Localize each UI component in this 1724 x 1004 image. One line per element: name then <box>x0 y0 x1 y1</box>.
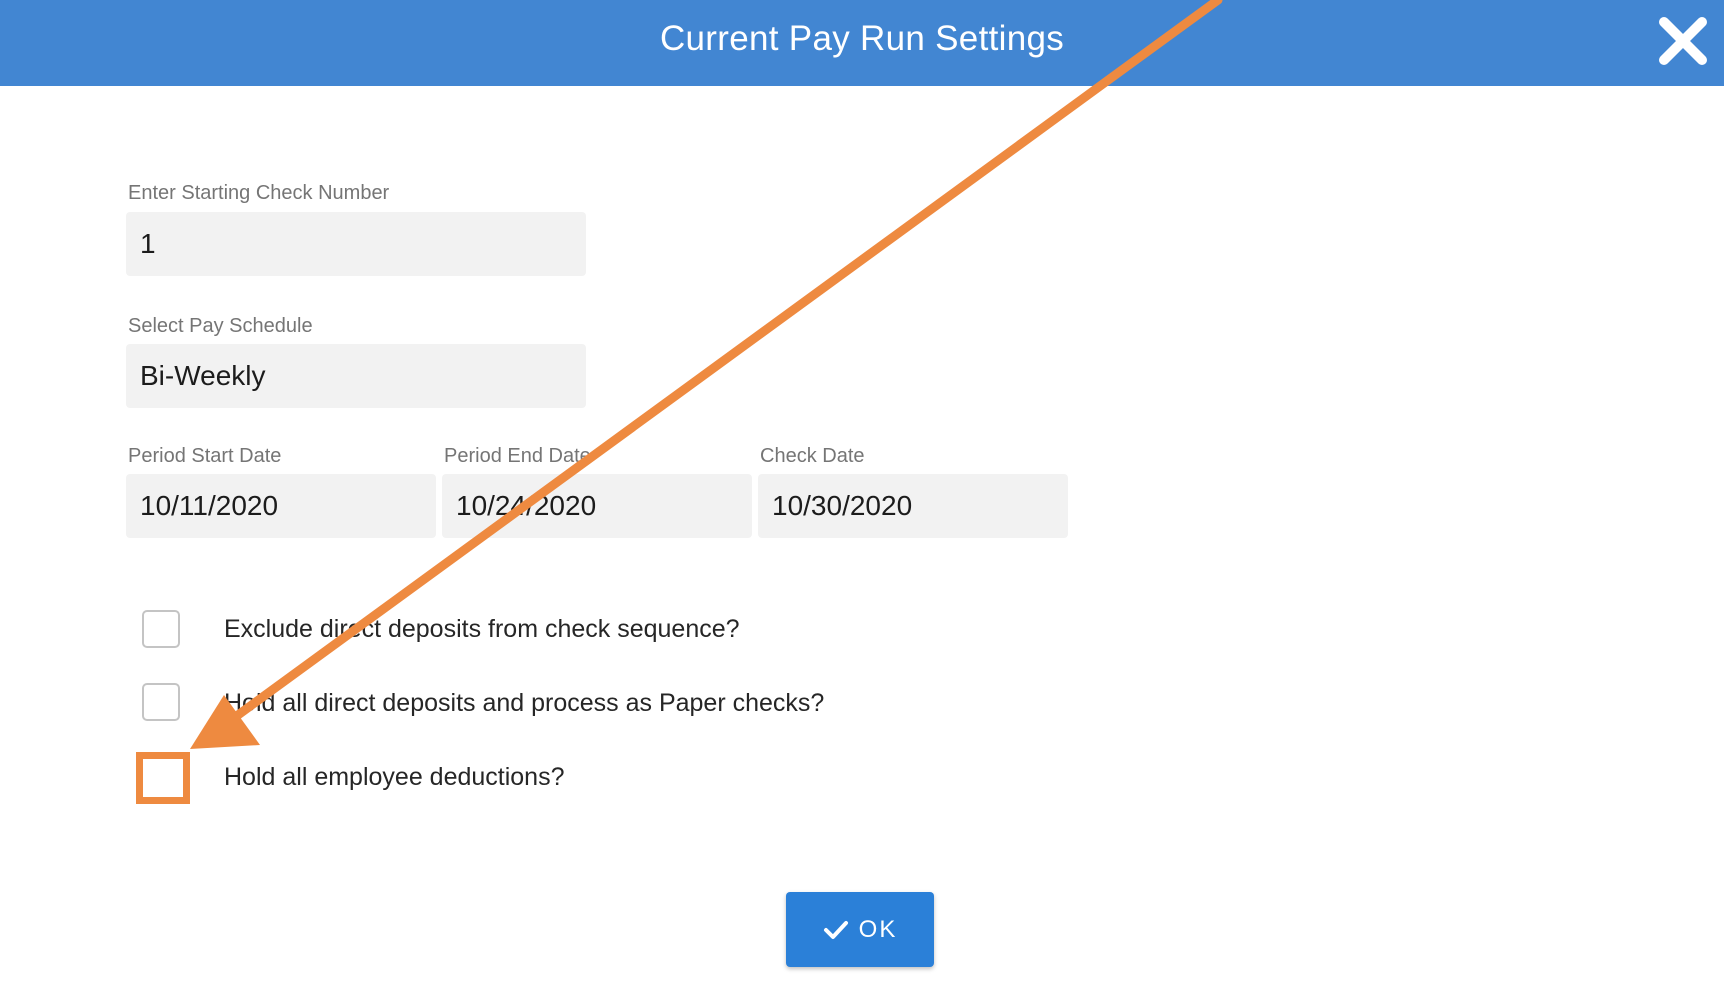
close-button[interactable] <box>1656 14 1710 68</box>
exclude-direct-deposits-checkbox[interactable] <box>142 610 180 648</box>
pay-schedule-select[interactable]: Bi-Weekly <box>126 344 586 408</box>
pay-run-settings-dialog: Current Pay Run Settings Enter Starting … <box>0 0 1724 1004</box>
hold-direct-deposits-checkbox[interactable] <box>142 683 180 721</box>
checkmark-icon <box>823 920 848 939</box>
period-end-input[interactable]: 10/24/2020 <box>442 474 752 538</box>
period-start-label: Period Start Date <box>128 445 282 467</box>
exclude-direct-deposits-label: Exclude direct deposits from check seque… <box>224 615 740 643</box>
check-number-label: Enter Starting Check Number <box>128 182 390 204</box>
hold-employee-deductions-label: Hold all employee deductions? <box>224 763 565 791</box>
hold-direct-deposits-label: Hold all direct deposits and process as … <box>224 689 825 717</box>
period-end-label: Period End Date <box>444 445 591 467</box>
check-date-input[interactable]: 10/30/2020 <box>758 474 1068 538</box>
dialog-title: Current Pay Run Settings <box>659 19 1065 58</box>
check-number-input[interactable]: 1 <box>126 212 586 276</box>
dialog-header: Current Pay Run Settings <box>0 0 1724 86</box>
close-x-icon <box>1659 17 1707 65</box>
pay-schedule-label: Select Pay Schedule <box>128 315 313 337</box>
ok-button-label: OK <box>858 915 898 943</box>
ok-button[interactable]: OK <box>786 892 934 967</box>
period-start-input[interactable]: 10/11/2020 <box>126 474 436 538</box>
check-date-label: Check Date <box>760 445 865 467</box>
hold-employee-deductions-checkbox[interactable] <box>144 758 182 796</box>
